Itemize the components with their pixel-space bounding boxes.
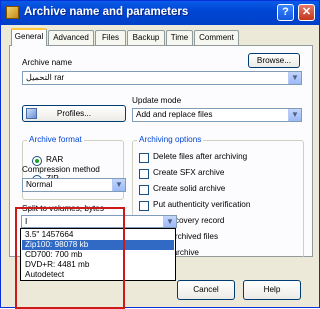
compression-combo[interactable]: Normal ▼ <box>22 178 126 192</box>
split-volumes-combo[interactable]: I ▼ <box>21 215 177 228</box>
tab-files[interactable]: Files <box>95 30 126 45</box>
cancel-button[interactable]: Cancel <box>177 280 235 300</box>
option-sfx: Create SFX archive <box>153 168 225 177</box>
archiving-options-title: Archiving options <box>137 135 204 144</box>
dropdown-option-dvd[interactable]: DVD+R: 4481 mb <box>22 260 174 270</box>
dialog-window: Archive name and parameters ? ✕ General … <box>0 0 320 309</box>
archive-name-label: Archive name <box>22 58 73 67</box>
split-volumes-value: I <box>25 217 28 226</box>
chevron-down-icon[interactable]: ▼ <box>288 72 301 84</box>
update-mode-value: Add and replace files <box>136 110 213 119</box>
browse-button[interactable]: Browse... <box>248 53 300 68</box>
archive-format-title: Archive format <box>27 135 84 144</box>
radio-rar-label: RAR <box>46 155 64 164</box>
archive-name-value: التحميل rar <box>26 73 65 82</box>
profiles-label: Profiles... <box>56 109 92 118</box>
close-button[interactable]: ✕ <box>298 4 315 21</box>
tab-time[interactable]: Time <box>166 30 193 45</box>
profiles-icon <box>26 108 37 119</box>
checkbox-sfx[interactable] <box>139 169 149 179</box>
chevron-down-icon[interactable]: ▼ <box>288 109 301 121</box>
option-delete-files: Delete files after archiving <box>153 152 248 161</box>
chevron-down-icon[interactable]: ▼ <box>163 216 176 227</box>
option-solid: Create solid archive <box>153 184 226 193</box>
checkbox-solid[interactable] <box>139 185 149 195</box>
help-button[interactable]: Help <box>243 280 301 300</box>
update-mode-label: Update mode <box>132 96 182 105</box>
dropdown-option-floppy[interactable]: 3.5" 1457664 <box>22 230 174 240</box>
compression-label: Compression method <box>22 165 100 174</box>
update-mode-combo[interactable]: Add and replace files ▼ <box>132 108 302 122</box>
window-title: Archive name and parameters <box>24 6 189 18</box>
checkbox-authenticity[interactable] <box>139 201 149 211</box>
help-title-button[interactable]: ? <box>277 4 294 21</box>
tab-advanced[interactable]: Advanced <box>48 30 94 45</box>
dropdown-option-cd700[interactable]: CD700: 700 mb <box>22 250 174 260</box>
checkbox-delete-files[interactable] <box>139 153 149 163</box>
profiles-button[interactable]: Profiles... <box>22 105 126 122</box>
tab-comment[interactable]: Comment <box>194 30 239 45</box>
dropdown-option-autodetect[interactable]: Autodetect <box>22 270 174 280</box>
split-volumes-label: Split to volumes, bytes <box>22 204 104 213</box>
split-volumes-dropdown: 3.5" 1457664 Zip100: 98078 kb CD700: 700… <box>20 228 176 281</box>
general-panel: Archive name Browse... التحميل rar ▼ Pro… <box>9 45 313 259</box>
tab-general[interactable]: General <box>11 28 47 46</box>
tab-backup[interactable]: Backup <box>127 30 165 45</box>
option-authenticity: Put authenticity verification <box>153 200 251 209</box>
chevron-down-icon[interactable]: ▼ <box>112 179 125 191</box>
title-bar[interactable]: Archive name and parameters ? ✕ <box>1 1 319 25</box>
winrar-icon <box>6 6 19 19</box>
archive-name-combo[interactable]: التحميل rar ▼ <box>22 71 302 85</box>
dropdown-option-zip100[interactable]: Zip100: 98078 kb <box>22 240 174 250</box>
compression-value: Normal <box>26 180 53 189</box>
